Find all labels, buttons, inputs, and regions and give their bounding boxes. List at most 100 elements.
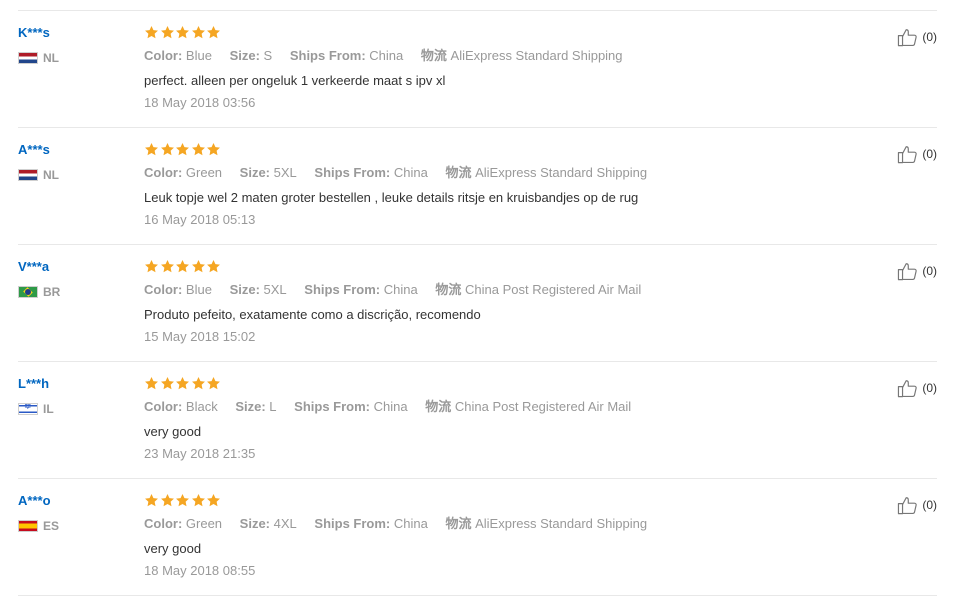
helpful-button[interactable]: (0) — [897, 378, 937, 398]
review-date: 18 May 2018 08:55 — [144, 563, 256, 578]
star-icon — [176, 376, 189, 390]
review-content: Color: Blue Size: S Ships From: China 物流… — [144, 25, 844, 111]
star-icon — [145, 259, 158, 273]
star-icon — [145, 25, 158, 39]
helpful-button[interactable]: (0) — [897, 261, 937, 281]
star-rating — [144, 493, 844, 509]
star-rating — [144, 259, 844, 275]
star-icon — [145, 376, 158, 390]
reviewer-info: A***s NL — [18, 142, 128, 182]
attr-logistics: 物流 China Post Registered Air Mail — [435, 282, 642, 297]
review-text: very good — [144, 541, 202, 556]
reviewer-info: L***h IL — [18, 376, 128, 416]
order-attributes: Color: Black Size: L Ships From: China 物… — [144, 399, 844, 415]
thumbs-up-icon — [898, 497, 918, 515]
attr-logistics: 物流 AliExpress Standard Shipping — [445, 516, 648, 531]
attr-size: Size: 4XL — [239, 516, 297, 531]
reviewer-info: A***o ES — [18, 493, 128, 533]
review-date: 23 May 2018 21:35 — [144, 446, 256, 461]
helpful-count: (0) — [922, 147, 937, 161]
star-icon — [160, 493, 174, 507]
attr-ships-from: Ships From: China — [314, 516, 428, 531]
reviewer-name[interactable]: K***s — [18, 25, 128, 41]
reviewer-info: V***a BR — [18, 259, 128, 299]
helpful-count: (0) — [922, 381, 937, 395]
review-item: K***s NL Color: Blue Size: S Ships From:… — [18, 11, 937, 128]
reviewer-name[interactable]: A***o — [18, 493, 128, 509]
attr-color: Color: Black — [144, 399, 218, 414]
star-rating — [144, 376, 844, 392]
star-icon — [160, 142, 174, 156]
attr-logistics: 物流 AliExpress Standard Shipping — [420, 48, 623, 63]
flag-il-icon — [18, 403, 38, 415]
review-date: 15 May 2018 15:02 — [144, 329, 256, 344]
attr-color: Color: Blue — [144, 48, 212, 63]
country-code: IL — [43, 402, 54, 416]
attr-ships-from: Ships From: China — [304, 282, 418, 297]
reviewer-country: NL — [18, 51, 128, 65]
star-icon — [145, 142, 158, 156]
star-icon — [176, 259, 189, 273]
attr-ships-from: Ships From: China — [314, 165, 428, 180]
helpful-count: (0) — [922, 264, 937, 278]
star-rating — [144, 25, 844, 41]
attr-logistics: 物流 AliExpress Standard Shipping — [445, 165, 648, 180]
review-content: Color: Green Size: 5XL Ships From: China… — [144, 142, 844, 228]
star-icon — [160, 259, 174, 273]
country-code: NL — [43, 51, 59, 65]
star-icon — [207, 259, 220, 273]
review-item: A***o ES Color: Green Size: 4XL Ships Fr… — [18, 479, 937, 596]
flag-br-icon — [18, 286, 38, 298]
review-item: L***h IL Color: Black Size: L Ships From… — [18, 362, 937, 479]
attr-ships-from: Ships From: China — [289, 48, 404, 63]
star-icon — [176, 493, 189, 507]
reviewer-country: NL — [18, 168, 128, 182]
thumbs-up-icon — [898, 146, 918, 164]
star-icon — [191, 376, 205, 390]
helpful-button[interactable]: (0) — [897, 495, 937, 515]
helpful-button[interactable]: (0) — [897, 27, 937, 47]
star-icon — [191, 142, 205, 156]
review-content: Color: Blue Size: 5XL Ships From: China … — [144, 259, 844, 345]
reviewer-name[interactable]: A***s — [18, 142, 128, 158]
country-code: ES — [43, 519, 60, 533]
review-content: Color: Black Size: L Ships From: China 物… — [144, 376, 844, 462]
star-icon — [160, 376, 174, 390]
reviewer-country: ES — [18, 519, 128, 533]
review-text: Produto pefeito, exatamente como a discr… — [144, 307, 481, 322]
star-icon — [176, 142, 189, 156]
thumbs-up-icon — [898, 263, 918, 281]
star-icon — [176, 25, 189, 39]
review-date: 18 May 2018 03:56 — [144, 95, 256, 110]
attr-color: Color: Blue — [144, 282, 212, 297]
order-attributes: Color: Green Size: 5XL Ships From: China… — [144, 165, 844, 181]
helpful-count: (0) — [922, 498, 937, 512]
helpful-count: (0) — [922, 30, 937, 44]
order-attributes: Color: Green Size: 4XL Ships From: China… — [144, 516, 844, 532]
attr-size: Size: S — [229, 48, 273, 63]
star-icon — [207, 142, 220, 156]
star-icon — [191, 25, 205, 39]
review-list: K***s NL Color: Blue Size: S Ships From:… — [18, 10, 937, 596]
country-code: NL — [43, 168, 59, 182]
review-date: 16 May 2018 05:13 — [144, 212, 256, 227]
review-item: A***s NL Color: Green Size: 5XL Ships Fr… — [18, 128, 937, 245]
star-icon — [207, 493, 220, 507]
helpful-button[interactable]: (0) — [897, 144, 937, 164]
star-icon — [207, 25, 220, 39]
star-icon — [191, 493, 205, 507]
attr-ships-from: Ships From: China — [294, 399, 408, 414]
review-item: V***a BR Color: Blue Size: 5XL Ships Fro… — [18, 245, 937, 362]
review-text: very good — [144, 424, 202, 439]
reviewer-info: K***s NL — [18, 25, 128, 65]
order-attributes: Color: Blue Size: 5XL Ships From: China … — [144, 282, 844, 298]
attr-size: Size: 5XL — [229, 282, 287, 297]
reviewer-name[interactable]: V***a — [18, 259, 128, 275]
review-content: Color: Green Size: 4XL Ships From: China… — [144, 493, 844, 579]
order-attributes: Color: Blue Size: S Ships From: China 物流… — [144, 48, 844, 64]
attr-size: Size: 5XL — [239, 165, 297, 180]
attr-color: Color: Green — [144, 516, 223, 531]
reviewer-name[interactable]: L***h — [18, 376, 128, 392]
star-icon — [207, 376, 220, 390]
star-rating — [144, 142, 844, 158]
